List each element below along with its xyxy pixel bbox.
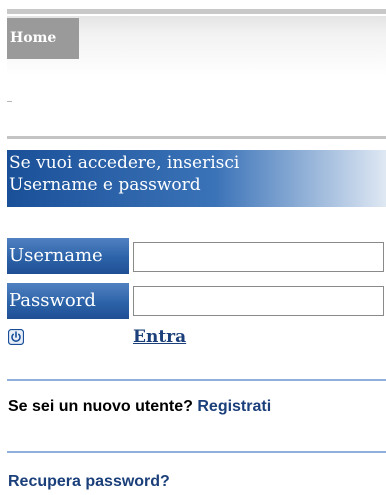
recover-password-link[interactable]: Recupera password?	[8, 473, 170, 491]
power-icon[interactable]	[8, 329, 24, 345]
top-divider	[7, 9, 386, 14]
login-banner: Se vuoi accedere, inserisci Username e p…	[7, 150, 386, 207]
divider-blue-1	[7, 379, 386, 381]
password-field[interactable]	[133, 286, 384, 316]
username-label: Username	[7, 238, 129, 274]
section-divider	[7, 136, 386, 139]
banner-line-1: Se vuoi accedere, inserisci	[9, 153, 240, 173]
new-user-prompt: Se sei un nuovo utente?	[8, 398, 193, 415]
password-label: Password	[7, 283, 129, 319]
spacer-mark	[7, 101, 12, 102]
username-field[interactable]	[133, 242, 384, 272]
banner-line-2: Username e password	[9, 175, 201, 195]
home-tab[interactable]: Home	[7, 18, 79, 59]
register-link[interactable]: Registrati	[197, 398, 271, 415]
divider-blue-2	[7, 451, 386, 453]
login-submit-link[interactable]: Entra	[133, 327, 186, 347]
new-user-row: Se sei un nuovo utente? Registrati	[8, 398, 271, 416]
